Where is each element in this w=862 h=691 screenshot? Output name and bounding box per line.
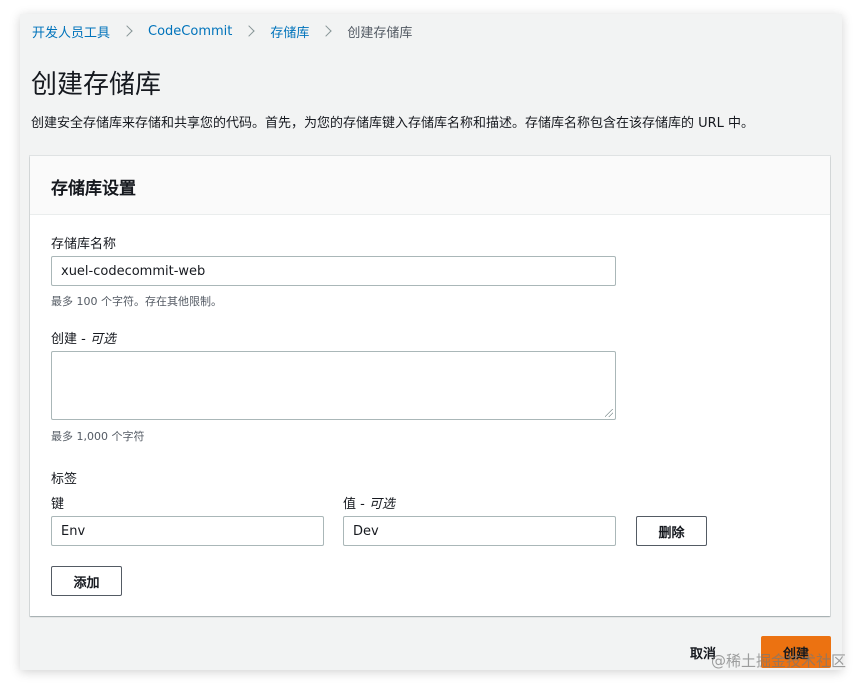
chevron-right-icon <box>121 25 133 37</box>
repository-name-value: xuel-codecommit-web <box>61 263 206 279</box>
chevron-right-icon <box>243 25 256 37</box>
breadcrumb-current: 创建存储库 <box>347 25 413 41</box>
description-label: 创建 - 可选 <box>51 332 116 347</box>
description-textarea[interactable] <box>51 351 616 420</box>
tag-key-label: 键 <box>51 497 65 512</box>
page-description: 创建安全存储库来存储和共享您的代码。首先，为您的存储库键入存储库名称和描述。存储… <box>31 116 755 131</box>
chevron-right-icon <box>320 25 333 37</box>
panel-header: 存储库设置 <box>30 156 830 215</box>
tag-key-input[interactable]: Env <box>51 516 324 546</box>
tags-label: 标签 <box>51 472 78 487</box>
panel-title: 存储库设置 <box>51 179 136 199</box>
repository-settings-panel: 存储库设置 存储库名称 xuel-codecommit-web 最多 100 个… <box>30 156 830 616</box>
repository-name-label: 存储库名称 <box>51 237 117 252</box>
tag-value-value: Dev <box>353 523 379 539</box>
console-window: 开发人员工具 CodeCommit 存储库 创建存储库 创建存储库 创建安全存储… <box>20 14 842 670</box>
tag-value-label-text: 值 <box>343 497 357 512</box>
repository-name-hint: 最多 100 个字符。存在其他限制。 <box>51 295 222 308</box>
description-hint: 最多 1,000 个字符 <box>51 430 145 443</box>
description-label-text: 创建 <box>51 332 78 347</box>
tag-value-input[interactable]: Dev <box>343 516 616 546</box>
remove-tag-button[interactable]: 删除 <box>636 516 707 546</box>
tag-value-label: 值 - 可选 <box>343 497 395 512</box>
tag-value-optional: 可选 <box>368 497 395 512</box>
description-optional: 可选 <box>89 332 116 347</box>
watermark-text: @稀土掘金技术社区 <box>710 652 846 670</box>
resize-grip-icon[interactable] <box>605 409 613 417</box>
breadcrumb-codecommit[interactable]: CodeCommit <box>148 24 232 39</box>
breadcrumb-repositories[interactable]: 存储库 <box>270 22 309 41</box>
add-tag-button[interactable]: 添加 <box>51 566 122 596</box>
tag-key-value: Env <box>61 523 86 539</box>
repository-name-input[interactable]: xuel-codecommit-web <box>51 256 616 286</box>
page-title: 创建存储库 <box>31 70 162 100</box>
breadcrumb: 开发人员工具 CodeCommit 存储库 创建存储库 <box>32 21 412 41</box>
breadcrumb-developer-tools[interactable]: 开发人员工具 <box>32 22 110 41</box>
